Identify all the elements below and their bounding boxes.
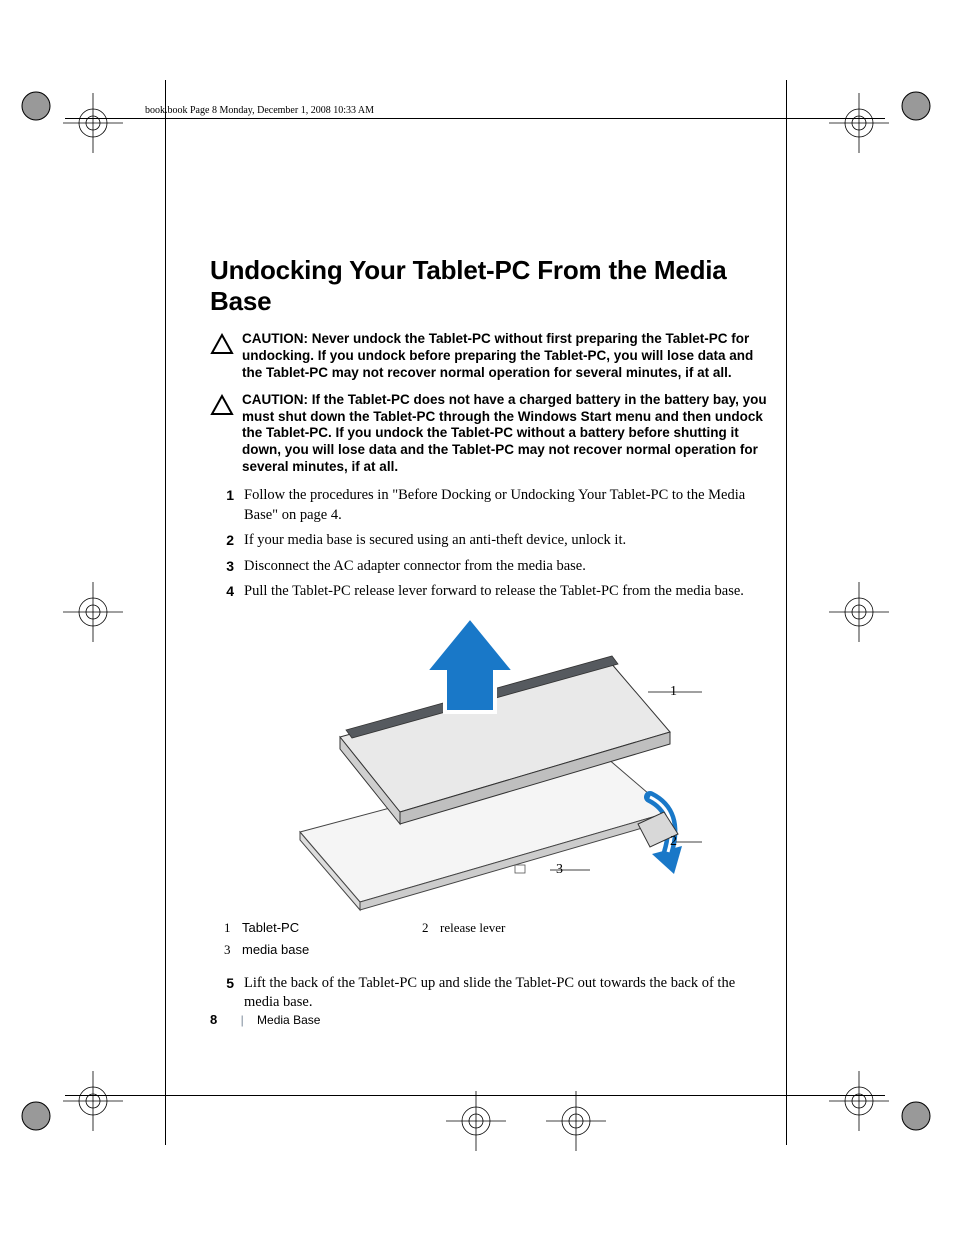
step-3: 3 Disconnect the AC adapter connector fro… [210,557,770,577]
legend-num: 2 [422,920,440,936]
caution-text-2: CAUTION: If the Tablet-PC does not have … [242,392,770,476]
register-ornament-bottom-right [898,1098,934,1134]
legend-label-tablet-pc: Tablet-PC [242,920,422,936]
legend-num: 1 [224,920,242,936]
caution-icon [210,394,234,421]
step-1: 1 Follow the procedures in "Before Dockin… [210,486,770,525]
section-title: Undocking Your Tablet-PC From the Media … [210,255,770,317]
caution-text-1: CAUTION: Never undock the Tablet-PC with… [242,331,770,382]
caution-label: CAUTION: [242,392,308,407]
crop-line-right [786,80,787,1145]
register-mark-bottom-center-2 [541,1086,611,1156]
register-mark-bottom-center [441,1086,511,1156]
caution-label: CAUTION: [242,331,308,346]
footer-separator: | [241,1013,244,1027]
footer-section: Media Base [257,1013,320,1027]
caution-start-word: Start [581,409,612,424]
register-ornament-top-left [18,88,54,124]
register-mark-bottom-right [824,1066,894,1136]
register-mark-top-right [824,88,894,158]
callout-2: 2 [670,834,677,850]
page-number: 8 [210,1012,217,1027]
caution-icon [210,333,234,360]
legend-num: 3 [224,942,242,958]
step-4: 4 Pull the Tablet-PC release lever forwar… [210,582,770,602]
caution-body: Never undock the Tablet-PC without first… [242,331,753,380]
step-number: 3 [210,557,234,577]
register-ornament-bottom-left [18,1098,54,1134]
figure-legend: 1 Tablet-PC 2 release lever 3 media base [224,920,770,958]
register-ornament-top-right [898,88,934,124]
steps-list-cont: 5 Lift the back of the Tablet-PC up and s… [210,974,770,1013]
register-mark-mid-left [58,577,128,647]
step-number: 2 [210,531,234,551]
step-text: Lift the back of the Tablet-PC up and sl… [244,974,770,1013]
step-text: If your media base is secured using an a… [244,531,626,551]
step-2: 2 If your media base is secured using an … [210,531,770,551]
undock-figure: 1 2 3 [210,612,770,912]
crop-line-left [165,80,166,1145]
caution-block-2: CAUTION: If the Tablet-PC does not have … [210,392,770,476]
step-number: 1 [210,486,234,525]
page-footer: 8 | Media Base [210,1012,320,1027]
caution-block-1: CAUTION: Never undock the Tablet-PC with… [210,331,770,382]
callout-3: 3 [556,862,563,878]
steps-list: 1 Follow the procedures in "Before Dockin… [210,486,770,602]
register-mark-mid-right [824,577,894,647]
page-content: Undocking Your Tablet-PC From the Media … [210,115,770,1019]
step-number: 5 [210,974,234,1013]
step-text: Pull the Tablet-PC release lever forward… [244,582,744,602]
step-text: Follow the procedures in "Before Docking… [244,486,770,525]
register-mark-top-left [58,88,128,158]
legend-label-release-lever: release lever [440,920,620,936]
step-number: 4 [210,582,234,602]
tablet-undock-illustration [250,612,730,912]
callout-1: 1 [670,684,677,700]
step-text: Disconnect the AC adapter connector from… [244,557,586,577]
legend-label-media-base: media base [242,942,422,958]
step-5: 5 Lift the back of the Tablet-PC up and s… [210,974,770,1013]
register-mark-bottom-left [58,1066,128,1136]
